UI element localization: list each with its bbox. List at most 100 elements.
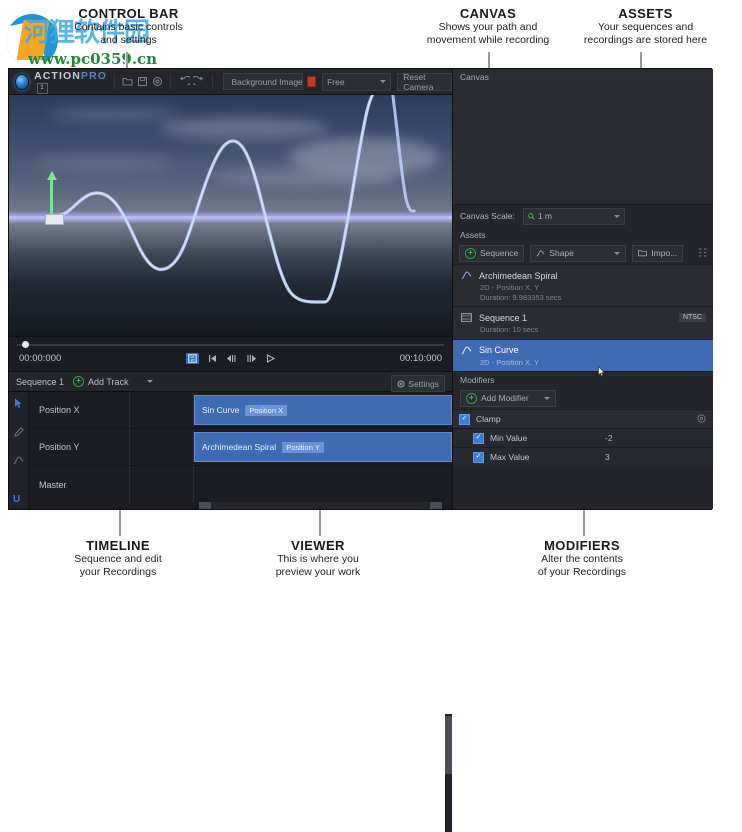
add-shape-button[interactable]: Shape (530, 244, 627, 262)
timeline-clip[interactable]: Sin Curve Position X (194, 395, 452, 425)
table-row[interactable]: Master (29, 466, 452, 503)
timeline-settings-label: Settings (408, 378, 439, 389)
curve-tool-icon[interactable] (13, 452, 24, 470)
application-window: ACTIONPRO1 Background Image... Free Rese… (8, 68, 713, 832)
screenshot-root: 河狸软件园 www.pc0359.cn CONTROL BAR Contains… (0, 0, 742, 832)
canvas-area[interactable] (453, 84, 713, 205)
add-modifier-label: Add Modifier (481, 393, 529, 403)
add-track-label: Add Track (88, 376, 129, 387)
background-color-swatch[interactable] (307, 76, 317, 87)
import-button[interactable]: Impo... (632, 244, 684, 262)
modifier-min-row[interactable]: ✓ Min Value -2 (453, 428, 713, 447)
skip-start-icon[interactable] (208, 354, 217, 363)
track-lane[interactable]: Archimedean Spiral Position Y (194, 429, 452, 465)
background-image-label: Background Image... (231, 76, 304, 87)
max-value-checkbox[interactable]: ✓ (473, 451, 484, 463)
annotation-desc-1: Shows your path and (438, 21, 538, 33)
track-label: Position X (39, 405, 80, 415)
timeline-settings-button[interactable]: Settings (391, 375, 445, 392)
clamp-checkbox[interactable]: ✓ (459, 413, 470, 425)
timeline-horizontal-scrollbar[interactable] (199, 502, 442, 509)
asset-subtitle-1: 2D - Position X, Y (480, 357, 540, 367)
add-track-button[interactable]: + Add Track (73, 376, 153, 387)
annotation-desc-1: This is where you (277, 553, 359, 565)
search-icon (528, 212, 535, 220)
scrub-track[interactable] (17, 341, 444, 348)
redo-icon[interactable] (192, 73, 205, 90)
track-label: Position Y (39, 442, 80, 452)
timeline-clip[interactable]: Archimedean Spiral Position Y (194, 432, 452, 462)
gear-icon (397, 380, 405, 387)
asset-subtitle-1: 2D - Position X, Y (480, 283, 540, 292)
background-image-field[interactable]: Background Image... (223, 73, 304, 90)
assets-header: Assets (453, 227, 713, 242)
timeline-u-badge[interactable]: U (13, 494, 20, 505)
table-row[interactable]: Position Y Archimedean Spiral Position Y (29, 429, 452, 466)
plus-icon: + (73, 376, 85, 387)
toolbar-divider (211, 74, 213, 89)
timeline-sequence-label: Sequence 1 (16, 376, 65, 387)
reset-camera-button[interactable]: Reset Camera (397, 71, 452, 92)
timeline-vertical-scrollbar[interactable] (445, 714, 452, 832)
chevron-down-icon (146, 380, 153, 383)
settings-icon[interactable] (151, 73, 164, 90)
list-item[interactable]: Sequence 1 NTSC Duration: 10 secs (453, 306, 713, 339)
gizmo-arrow-icon (47, 171, 57, 215)
min-value-checkbox[interactable]: ✓ (473, 432, 484, 444)
track-gutter (129, 429, 194, 465)
scrollbar-thumb-left[interactable] (199, 502, 211, 509)
annotation-assets: ASSETS Your sequences and recordings are… (568, 6, 723, 46)
list-item[interactable]: Archimedean Spiral 2D - Position X, Y Du… (453, 264, 713, 306)
viewer-panel[interactable] (9, 95, 452, 336)
modifier-clamp-row[interactable]: ✓ Clamp (453, 409, 713, 428)
save-icon[interactable] (136, 73, 149, 90)
canvas-scale-row: Canvas Scale: 1 m (453, 205, 713, 227)
annotation-title: VIEWER (291, 538, 345, 553)
add-modifier-row: + Add Modifier (453, 387, 713, 409)
add-sequence-button[interactable]: + Sequence (459, 244, 525, 262)
app-logo-icon (15, 73, 30, 90)
min-value-field[interactable]: -2 (605, 433, 713, 443)
annotation-desc-2: of your Recordings (537, 565, 627, 578)
track-lane[interactable]: Sin Curve Position X (194, 392, 452, 428)
undo-icon[interactable] (177, 73, 190, 90)
reset-camera-label: Reset Camera (403, 71, 434, 92)
annotation-viewer: VIEWER This is where you preview your wo… (248, 538, 388, 578)
canvas-scale-select[interactable]: 1 m (522, 207, 625, 225)
timeline-tool-rail: U (9, 392, 29, 509)
step-back-icon[interactable] (226, 354, 237, 363)
modifier-options-icon[interactable] (697, 413, 706, 425)
folder-icon[interactable] (121, 73, 134, 90)
right-panel: Canvas Canvas Scale: 1 m Assets + Sequen… (452, 69, 713, 509)
playhead-handle[interactable] (22, 341, 29, 348)
annotation-desc-2: your Recordings (79, 565, 157, 578)
scrollbar-thumb-right[interactable] (430, 502, 442, 509)
modifiers-header-label: Modifiers (460, 374, 495, 385)
gizmo-handle[interactable] (45, 214, 64, 225)
asset-name: Sin Curve (479, 345, 519, 355)
camera-mode-select[interactable]: Free (322, 72, 392, 91)
transport-bar: 00:00:000 00:10:000 (9, 336, 452, 371)
clip-tag: Position Y (282, 441, 324, 453)
table-row[interactable]: Position X Sin Curve Position X (29, 392, 452, 429)
plus-icon: + (465, 247, 476, 259)
add-modifier-button[interactable]: + Add Modifier (460, 389, 556, 407)
modifier-max-row[interactable]: ✓ Max Value 3 (453, 447, 713, 466)
assets-options-icon[interactable] (698, 244, 707, 262)
curve-icon (461, 345, 472, 354)
annotation-desc-2: recordings are stored here (583, 33, 708, 46)
step-forward-icon[interactable] (246, 354, 257, 363)
max-value-field[interactable]: 3 (605, 452, 713, 462)
annotation-title: CANVAS (459, 6, 517, 21)
timeline-tracks: Position X Sin Curve Position X Position… (29, 392, 452, 509)
asset-subtitle-2: Duration: 9.983353 secs (480, 292, 562, 302)
list-item[interactable]: Sin Curve 2D - Position X, Y (453, 338, 713, 371)
pencil-tool-icon[interactable] (13, 424, 24, 442)
chevron-down-icon (380, 80, 387, 83)
clip-tag: Position X (245, 404, 288, 416)
track-lane[interactable] (194, 466, 452, 503)
select-tool-icon[interactable] (14, 396, 23, 414)
scrollbar-thumb[interactable] (445, 716, 452, 774)
play-icon[interactable] (266, 354, 275, 363)
loop-icon[interactable] (186, 353, 199, 364)
